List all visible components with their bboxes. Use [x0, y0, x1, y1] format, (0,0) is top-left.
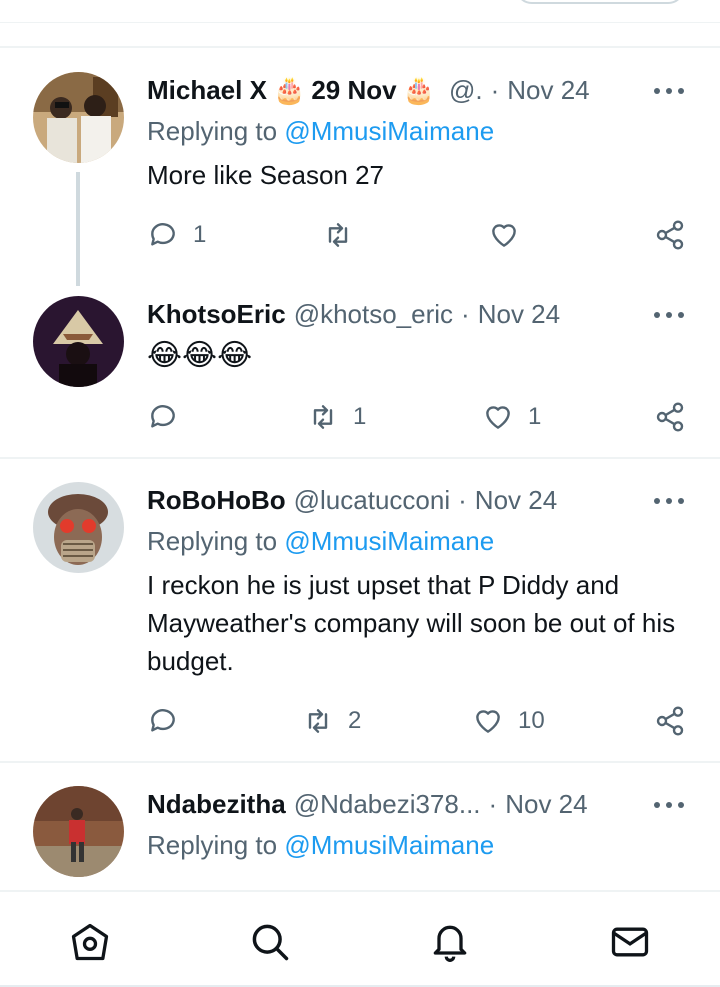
timestamp[interactable]: Nov 24 [505, 789, 587, 820]
separator-dot: · [488, 788, 498, 819]
home-icon[interactable] [68, 920, 112, 964]
replying-to-label: Replying to [147, 830, 278, 860]
user-handle[interactable]: @Ndabezi378... [294, 789, 481, 820]
avatar[interactable] [33, 786, 124, 877]
tweet-ndabezitha[interactable]: Ndabezitha @Ndabezi378... · Nov 24 Reply… [0, 0, 720, 890]
messages-icon[interactable] [608, 920, 652, 964]
replying-to: Replying to @MmusiMaimane [147, 830, 494, 861]
tweet-header: Ndabezitha @Ndabezi378... · Nov 24 [147, 787, 588, 821]
search-icon[interactable] [248, 920, 292, 964]
display-name[interactable]: Ndabezitha [147, 789, 286, 820]
bottom-navigation [0, 890, 720, 987]
notifications-icon[interactable] [428, 920, 472, 964]
more-icon[interactable] [654, 795, 684, 815]
mention-link[interactable]: @MmusiMaimane [284, 830, 494, 860]
